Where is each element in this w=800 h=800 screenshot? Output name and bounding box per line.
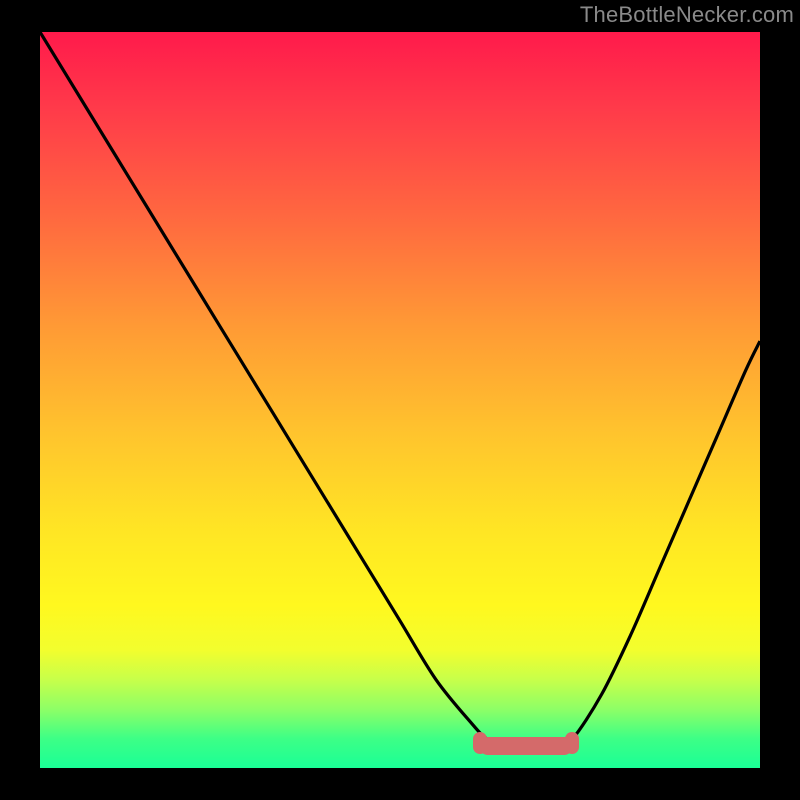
optimal-range-cap-left — [473, 732, 487, 754]
optimal-range-cap-right — [565, 732, 579, 754]
watermark-text: TheBottleNecker.com — [580, 2, 794, 28]
bottleneck-curve — [40, 32, 760, 768]
optimal-range-marker — [479, 737, 573, 755]
chart-frame: TheBottleNecker.com — [0, 0, 800, 800]
plot-area — [40, 32, 760, 768]
